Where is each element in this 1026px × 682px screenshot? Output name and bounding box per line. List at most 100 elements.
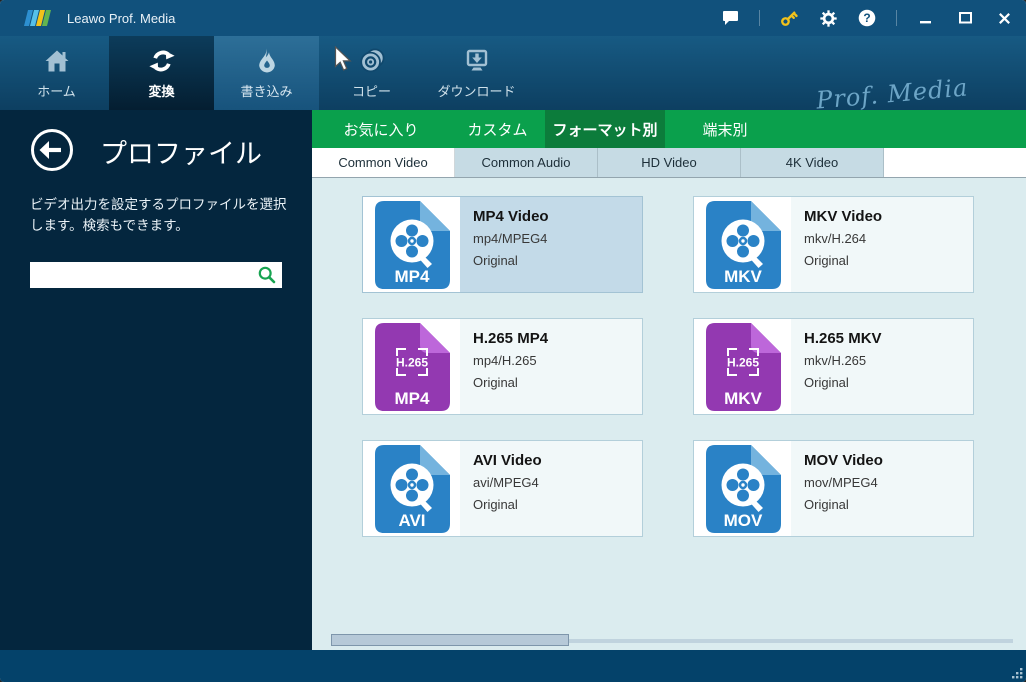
app-window: Leawo Prof. Media bbox=[0, 0, 1026, 682]
profile-card-h265-mp4[interactable]: H.265 MP4 H.265 MP4 mp4/H.265 Original bbox=[362, 318, 643, 415]
profile-card-text: H.265 MP4 mp4/H.265 Original bbox=[460, 319, 642, 414]
profile-card-text: MP4 Video mp4/MPEG4 Original bbox=[460, 197, 642, 292]
category-tab-common-audio[interactable]: Common Audio bbox=[455, 148, 598, 177]
back-arrow-icon bbox=[30, 128, 74, 172]
nav-tab-download[interactable]: ダウンロード bbox=[424, 36, 529, 110]
profile-card-mov-video[interactable]: MOV MOV Video mov/MPEG4 Original bbox=[693, 440, 974, 537]
help-button[interactable]: ? bbox=[857, 6, 877, 30]
feedback-button[interactable] bbox=[720, 6, 740, 30]
disc-copy-icon bbox=[357, 47, 387, 75]
profile-card-text: MOV Video mov/MPEG4 Original bbox=[791, 441, 973, 536]
profile-card-text: AVI Video avi/MPEG4 Original bbox=[460, 441, 642, 536]
horizontal-scrollbar-thumb[interactable] bbox=[331, 634, 569, 646]
format-file-icon: MOV bbox=[694, 441, 791, 536]
sidebar-title: プロファイル bbox=[100, 132, 262, 171]
profile-title: MP4 Video bbox=[473, 208, 642, 225]
profile-codec: mp4/H.265 bbox=[473, 353, 642, 368]
speech-bubble-icon bbox=[722, 10, 739, 26]
profile-card-mkv-video[interactable]: MKV MKV Video mkv/H.264 Original bbox=[693, 196, 974, 293]
svg-text:H.265: H.265 bbox=[395, 355, 427, 369]
minimize-button[interactable] bbox=[916, 6, 936, 30]
maximize-button[interactable] bbox=[955, 6, 975, 30]
settings-button[interactable] bbox=[818, 6, 838, 30]
close-icon bbox=[997, 11, 1012, 26]
category-tab-bar: Common Video Common Audio HD Video 4K Vi… bbox=[312, 148, 1026, 178]
profile-codec: mkv/H.264 bbox=[804, 231, 973, 246]
maximize-icon bbox=[958, 11, 973, 25]
svg-text:MKV: MKV bbox=[724, 389, 762, 408]
format-file-icon: H.265 MKV bbox=[694, 319, 791, 414]
svg-text:H.265: H.265 bbox=[726, 355, 758, 369]
convert-icon bbox=[147, 47, 177, 75]
status-bar bbox=[0, 650, 1026, 682]
nav-tab-home[interactable]: ホーム bbox=[4, 36, 109, 110]
profile-codec: mkv/H.265 bbox=[804, 353, 973, 368]
svg-text:?: ? bbox=[863, 11, 870, 25]
nav-tab-label: コピー bbox=[352, 81, 391, 100]
minimize-icon bbox=[919, 10, 933, 26]
format-file-icon: MKV bbox=[694, 197, 791, 292]
search-input[interactable] bbox=[30, 262, 258, 288]
brand-signature: Prof. Media bbox=[815, 73, 969, 114]
window-title: Leawo Prof. Media bbox=[67, 11, 175, 26]
format-tab-custom[interactable]: カスタム bbox=[450, 110, 545, 148]
titlebar-separator bbox=[759, 10, 760, 26]
question-icon: ? bbox=[858, 9, 876, 27]
register-button[interactable] bbox=[779, 6, 799, 30]
profile-title: AVI Video bbox=[473, 452, 642, 469]
back-button[interactable] bbox=[30, 128, 74, 172]
profile-quality: Original bbox=[804, 497, 973, 512]
profile-codec: mov/MPEG4 bbox=[804, 475, 973, 490]
profile-title: H.265 MKV bbox=[804, 330, 973, 347]
format-file-icon: MP4 bbox=[363, 197, 460, 292]
profile-quality: Original bbox=[804, 253, 973, 268]
profile-card-mp4-video[interactable]: MP4 MP4 Video mp4/MPEG4 Original bbox=[362, 196, 643, 293]
profile-title: H.265 MP4 bbox=[473, 330, 642, 347]
category-tab-4k-video[interactable]: 4K Video bbox=[741, 148, 884, 177]
close-button[interactable] bbox=[994, 6, 1014, 30]
profile-card-avi-video[interactable]: AVI AVI Video avi/MPEG4 Original bbox=[362, 440, 643, 537]
nav-tab-copy[interactable]: コピー bbox=[319, 36, 424, 110]
profile-sidebar: プロファイル ビデオ出力を設定するプロファイルを選択します。検索もできます。 bbox=[0, 110, 312, 650]
nav-tab-convert[interactable]: 変換 bbox=[109, 36, 214, 110]
profile-title: MKV Video bbox=[804, 208, 973, 225]
svg-text:AVI: AVI bbox=[398, 511, 425, 530]
format-tab-favorites[interactable]: お気に入り bbox=[312, 110, 450, 148]
format-file-icon: AVI bbox=[363, 441, 460, 536]
profile-quality: Original bbox=[473, 375, 642, 390]
svg-text:MP4: MP4 bbox=[394, 389, 430, 408]
home-icon bbox=[42, 47, 72, 75]
svg-text:MOV: MOV bbox=[723, 511, 762, 530]
category-tab-common-video[interactable]: Common Video bbox=[312, 148, 455, 177]
nav-tab-burn[interactable]: 書き込み bbox=[214, 36, 319, 110]
svg-text:MP4: MP4 bbox=[394, 267, 430, 286]
resize-grip[interactable] bbox=[1011, 667, 1023, 679]
format-file-icon: H.265 MP4 bbox=[363, 319, 460, 414]
nav-tab-label: 変換 bbox=[148, 81, 174, 100]
nav-tab-label: ホーム bbox=[37, 81, 76, 100]
profiles-panel: お気に入り カスタム フォーマット別 端末別 Common Video Comm… bbox=[312, 110, 1026, 650]
category-tab-filler bbox=[884, 148, 1026, 177]
titlebar-separator bbox=[896, 10, 897, 26]
burn-flame-icon bbox=[252, 47, 282, 75]
profile-title: MOV Video bbox=[804, 452, 973, 469]
gear-icon bbox=[819, 9, 838, 28]
app-logo-icon bbox=[26, 8, 52, 28]
sidebar-description: ビデオ出力を設定するプロファイルを選択します。検索もできます。 bbox=[30, 195, 288, 237]
titlebar: Leawo Prof. Media bbox=[0, 0, 1026, 36]
category-tab-hd-video[interactable]: HD Video bbox=[598, 148, 741, 177]
profile-card-text: H.265 MKV mkv/H.265 Original bbox=[791, 319, 973, 414]
nav-tab-label: ダウンロード bbox=[437, 81, 515, 100]
format-tab-by-format[interactable]: フォーマット別 bbox=[545, 110, 665, 148]
profile-quality: Original bbox=[473, 497, 642, 512]
profile-card-h265-mkv[interactable]: H.265 MKV H.265 MKV mkv/H.265 Original bbox=[693, 318, 974, 415]
profile-card-text: MKV Video mkv/H.264 Original bbox=[791, 197, 973, 292]
profile-quality: Original bbox=[473, 253, 642, 268]
profile-codec: avi/MPEG4 bbox=[473, 475, 642, 490]
svg-text:MKV: MKV bbox=[724, 267, 762, 286]
profile-codec: mp4/MPEG4 bbox=[473, 231, 642, 246]
format-tab-by-device[interactable]: 端末別 bbox=[665, 110, 785, 148]
nav-tab-label: 書き込み bbox=[240, 81, 292, 100]
search-icon[interactable] bbox=[258, 266, 276, 284]
download-icon bbox=[462, 47, 492, 75]
